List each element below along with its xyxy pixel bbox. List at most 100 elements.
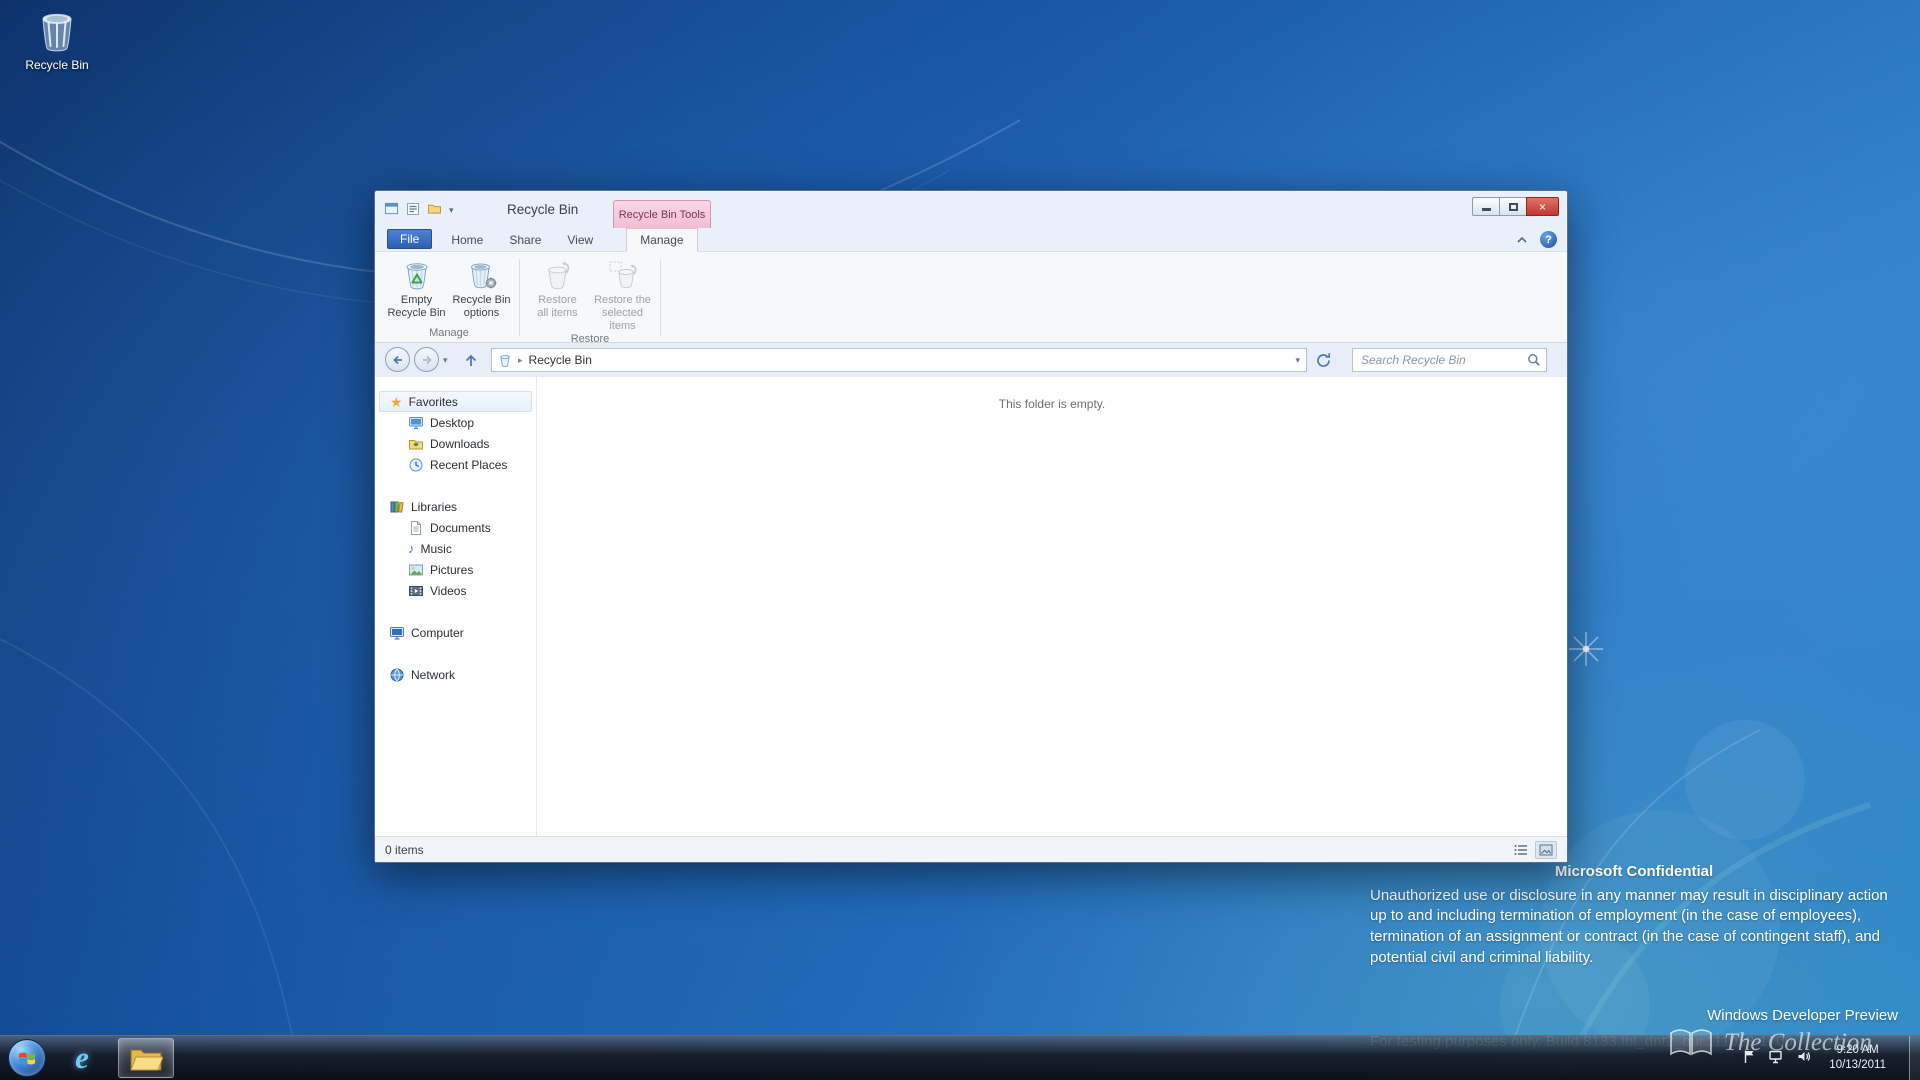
minimize-icon <box>1481 208 1491 211</box>
empty-recycle-bin-button[interactable]: Empty Recycle Bin <box>385 255 448 320</box>
ribbon-group-restore: Restore all items Restore the selected i… <box>526 255 654 345</box>
system-menu-icon[interactable] <box>384 201 399 219</box>
site-watermark-text: The Collection <box>1724 1029 1872 1056</box>
sidebar-item-documents[interactable]: Documents <box>375 517 536 538</box>
watermark-title: Microsoft Confidential <box>1554 863 1714 880</box>
large-icons-view-button[interactable] <box>1535 840 1557 859</box>
forward-button[interactable] <box>414 347 439 372</box>
address-dropdown-icon[interactable]: ▾ <box>1295 355 1300 366</box>
sidebar-label: Pictures <box>430 562 474 577</box>
taskbar-explorer-button[interactable] <box>118 1038 174 1078</box>
restore-selected-items-icon <box>609 261 637 289</box>
explorer-window: ▾ Recycle Bin Recycle Bin Tools × File H… <box>374 190 1568 863</box>
large-icons-view-icon <box>1539 844 1553 855</box>
show-desktop-button[interactable] <box>1909 1035 1920 1080</box>
qat-customize-chevron-icon[interactable]: ▾ <box>449 205 454 216</box>
music-note-icon: ♪ <box>408 541 415 556</box>
item-count: 0 items <box>385 842 424 857</box>
downloads-folder-icon <box>409 439 423 449</box>
taskbar-ie-button[interactable]: e <box>60 1038 104 1078</box>
sidebar-item-desktop[interactable]: Desktop <box>375 412 536 433</box>
maximize-button[interactable] <box>1499 197 1527 216</box>
sidebar-item-recent-places[interactable]: Recent Places <box>375 454 536 475</box>
network-globe-icon <box>390 668 404 681</box>
back-button[interactable] <box>385 347 410 372</box>
close-button[interactable]: × <box>1526 197 1559 216</box>
videos-icon <box>409 585 423 596</box>
libraries-icon <box>390 501 404 513</box>
sidebar-item-favorites[interactable]: ★ Favorites <box>379 391 532 412</box>
confidential-watermark: Microsoft Confidential Unauthorized use … <box>1370 862 1898 1053</box>
sidebar-label: Network <box>411 667 456 682</box>
desktop-icon-label: Recycle Bin <box>25 58 89 72</box>
details-view-button[interactable] <box>1510 841 1532 859</box>
qat-properties-icon[interactable] <box>406 202 420 219</box>
sidebar-label: Recent Places <box>430 457 508 472</box>
tab-home[interactable]: Home <box>438 229 496 251</box>
recycle-bin-options-button[interactable]: Recycle Bin options <box>450 255 513 320</box>
empty-recycle-bin-icon <box>406 263 427 290</box>
start-button[interactable] <box>8 1039 46 1077</box>
ribbon-divider <box>519 259 520 336</box>
sidebar-label: Computer <box>411 625 464 640</box>
quick-access-toolbar: ▾ <box>384 201 454 219</box>
sidebar-label: Music <box>420 541 452 556</box>
tab-share[interactable]: Share <box>496 229 554 251</box>
sidebar-label: Favorites <box>408 394 458 409</box>
sidebar-label: Downloads <box>430 436 490 451</box>
contextual-tab-header[interactable]: Recycle Bin Tools <box>613 200 711 228</box>
minimize-button[interactable] <box>1472 197 1500 216</box>
screen: Recycle Bin ▾ Recycle Bin Recycle Bin To… <box>0 0 1920 1080</box>
search-input[interactable] <box>1353 349 1546 371</box>
search-icon[interactable] <box>1527 353 1541 370</box>
desktop-monitor-icon <box>409 416 423 429</box>
tab-view[interactable]: View <box>554 229 606 251</box>
details-view-icon <box>1514 844 1527 855</box>
address-box[interactable]: ▸ Recycle Bin ▾ <box>491 348 1307 372</box>
sidebar-label: Desktop <box>430 415 475 430</box>
breadcrumb-location[interactable]: Recycle Bin <box>529 353 592 367</box>
restore-all-items-button[interactable]: Restore all items <box>526 255 589 333</box>
folder-content-pane: This folder is empty. <box>537 377 1567 836</box>
ribbon-tab-row: File Home Share View Manage ? <box>375 228 1567 252</box>
sidebar-item-pictures[interactable]: Pictures <box>375 559 536 580</box>
internet-explorer-icon: e <box>75 1040 89 1075</box>
window-title: Recycle Bin <box>507 202 579 217</box>
ribbon-controls: ? <box>1516 231 1557 248</box>
pictures-icon <box>409 564 423 575</box>
recent-locations-chevron-icon[interactable]: ▾ <box>443 355 448 366</box>
navigation-pane: ★ Favorites Desktop Downloads Recent Pla… <box>375 377 537 836</box>
minimize-ribbon-chevron-icon[interactable] <box>1516 233 1528 247</box>
sidebar-item-libraries[interactable]: Libraries <box>375 496 536 517</box>
maximize-icon <box>1508 202 1518 211</box>
tab-file[interactable]: File <box>387 229 433 249</box>
breadcrumb-chevron-icon[interactable]: ▸ <box>518 355 523 366</box>
restore-selected-items-button[interactable]: Restore the selected items <box>591 255 654 333</box>
documents-icon <box>411 520 421 535</box>
recycle-bin-icon <box>42 13 72 52</box>
qat-new-folder-icon[interactable] <box>427 202 442 218</box>
watermark-body: Unauthorized use or disclosure in any ma… <box>1370 886 1888 966</box>
computer-icon <box>390 626 404 640</box>
watermark-edition: Windows Developer Preview <box>1707 1007 1898 1025</box>
sidebar-label: Libraries <box>411 499 458 514</box>
sidebar-item-network[interactable]: Network <box>375 664 536 685</box>
status-bar: 0 items <box>375 836 1567 862</box>
explorer-folder-icon <box>130 1049 163 1070</box>
sidebar-item-music[interactable]: ♪ Music <box>375 538 536 559</box>
window-body: ★ Favorites Desktop Downloads Recent Pla… <box>375 377 1567 836</box>
tab-manage[interactable]: Manage <box>626 228 698 252</box>
windows-flag-icon <box>19 1052 35 1065</box>
open-book-icon <box>1670 1029 1712 1056</box>
up-button[interactable] <box>461 350 481 373</box>
clock-date: 10/13/2011 <box>1829 1059 1886 1071</box>
search-box <box>1352 348 1547 372</box>
refresh-button[interactable] <box>1315 352 1332 372</box>
help-icon[interactable]: ? <box>1540 231 1557 248</box>
caption-buttons: × <box>1472 197 1559 216</box>
address-bar: ▾ ▸ Recycle Bin ▾ <box>375 343 1567 377</box>
desktop-icon-recycle-bin[interactable]: Recycle Bin <box>14 10 100 72</box>
sidebar-item-downloads[interactable]: Downloads <box>375 433 536 454</box>
sidebar-item-videos[interactable]: Videos <box>375 580 536 601</box>
sidebar-item-computer[interactable]: Computer <box>375 622 536 643</box>
